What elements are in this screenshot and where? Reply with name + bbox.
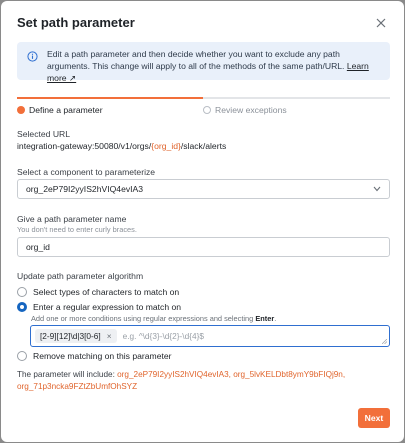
set-path-parameter-dialog: Set path parameter Edit a path parameter…	[1, 1, 404, 442]
component-label: Select a component to parameterize	[17, 167, 156, 177]
radio-button[interactable]	[17, 287, 27, 297]
algorithm-label: Update path parameter algorithm	[17, 271, 144, 281]
chevron-down-icon	[373, 186, 381, 192]
component-select[interactable]: org_2eP79I2yyIS2hVIQ4evIA3	[17, 179, 390, 199]
regex-input[interactable]	[122, 331, 385, 341]
regex-hint-text: Add one or more conditions using regular…	[31, 314, 256, 323]
param-name-input[interactable]: org_id	[17, 237, 390, 257]
parameter-include-summary: The parameter will include: org_2eP79I2y…	[17, 369, 387, 393]
param-name-hint: You don't need to enter curly braces.	[17, 225, 137, 234]
step-dot-active	[17, 106, 25, 114]
radio-button-checked[interactable]	[17, 302, 27, 312]
option-label: Remove matching on this parameter	[33, 351, 172, 361]
selected-url-label: Selected URL	[17, 129, 71, 139]
dialog-header: Set path parameter	[17, 14, 388, 34]
radio-button[interactable]	[17, 351, 27, 361]
url-prefix: integration-gateway:50080/v1/orgs/	[17, 141, 152, 151]
param-name-value: org_id	[26, 242, 50, 252]
regex-chip-text: [2-9][12]\d|3[0-6]	[40, 331, 101, 341]
selected-url-value: integration-gateway:50080/v1/orgs/{org_i…	[17, 141, 226, 151]
option-character-types[interactable]: Select types of characters to match on	[17, 287, 179, 297]
option-label: Select types of characters to match on	[33, 287, 180, 297]
info-banner: Edit a path parameter and then decide wh…	[17, 42, 390, 83]
regex-hint: Add one or more conditions using regular…	[31, 314, 276, 323]
regex-hint-end: .	[274, 314, 277, 323]
info-icon	[27, 51, 38, 62]
component-select-value: org_2eP79I2yyIS2hVIQ4evIA3	[26, 184, 144, 194]
option-remove-matching[interactable]: Remove matching on this parameter	[17, 351, 172, 361]
stepper-track-active	[17, 97, 203, 99]
url-param: {org_id}	[151, 141, 181, 151]
url-suffix: /slack/alerts	[180, 141, 227, 151]
step-label: Define a parameter	[29, 105, 103, 115]
remove-chip-icon[interactable]: ×	[107, 331, 112, 341]
close-icon[interactable]	[374, 16, 388, 30]
resize-handle-icon[interactable]	[382, 339, 387, 344]
dialog-title: Set path parameter	[17, 15, 135, 30]
regex-chip: [2-9][12]\d|3[0-6] ×	[35, 329, 117, 343]
next-button[interactable]: Next	[358, 408, 390, 428]
info-text: Edit a path parameter and then decide wh…	[47, 49, 345, 71]
regex-hint-key: Enter	[255, 314, 275, 323]
step-dot-inactive	[203, 106, 211, 114]
stepper: Define a parameter Review exceptions	[17, 97, 390, 119]
option-regex[interactable]: Enter a regular expression to match on	[17, 302, 181, 312]
step-review-exceptions[interactable]: Review exceptions	[203, 105, 287, 115]
regex-input-box[interactable]: [2-9][12]\d|3[0-6] ×	[30, 325, 390, 347]
step-label: Review exceptions	[215, 105, 287, 115]
option-label: Enter a regular expression to match on	[33, 302, 182, 312]
include-prefix: The parameter will include:	[17, 370, 118, 379]
param-name-label: Give a path parameter name	[17, 214, 127, 224]
step-define-parameter[interactable]: Define a parameter	[17, 105, 103, 115]
